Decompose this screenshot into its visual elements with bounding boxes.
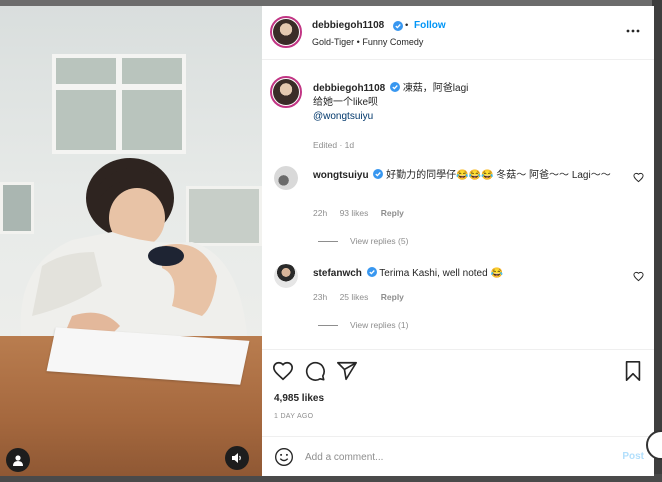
caption-mention[interactable]: @wongtsuiyu <box>313 110 633 124</box>
header-separator: • <box>405 20 409 31</box>
comment-likes[interactable]: 93 likes <box>340 208 369 218</box>
caption-line-1: 凍菇，阿爸lagi <box>402 83 469 94</box>
post-comment-button[interactable]: Post <box>622 451 644 462</box>
view-replies-dash <box>318 241 338 243</box>
view-replies-label: View replies (1) <box>350 320 409 330</box>
more-icon[interactable] <box>626 24 640 38</box>
verified-badge-icon <box>393 21 403 31</box>
user-tag-button[interactable] <box>6 448 30 472</box>
post-detail-panel: debbiegoh1108 • Follow Gold-Tiger • Funn… <box>262 6 654 476</box>
caption-edited-time: Edited · 1d <box>313 140 355 150</box>
comment-body: Terima Kashi, well noted 😂 <box>379 268 503 279</box>
view-replies-button[interactable]: View replies (1) <box>318 320 408 330</box>
bookmark-icon[interactable] <box>622 360 644 382</box>
comment-text: stefanwch Terima Kashi, well noted 😂 <box>313 266 613 281</box>
media-window <box>52 54 186 154</box>
post-audio-subtitle[interactable]: Gold-Tiger • Funny Comedy <box>312 37 423 47</box>
comment-time: 23h <box>313 292 328 302</box>
comment-input[interactable] <box>305 445 605 469</box>
comment-like-heart-icon[interactable] <box>633 271 644 282</box>
comment-username[interactable]: wongtsuiyu <box>313 170 369 181</box>
media-person <box>20 158 249 346</box>
emoji-icon[interactable] <box>274 447 294 467</box>
view-replies-button[interactable]: View replies (5) <box>318 236 408 246</box>
view-replies-label: View replies (5) <box>350 236 409 246</box>
caption-username[interactable]: debbiegoh1108 <box>313 83 385 94</box>
comment-reply-button[interactable]: Reply <box>381 292 404 302</box>
post-time: 1 DAY AGO <box>274 413 314 420</box>
verified-badge-icon <box>366 267 377 277</box>
view-replies-dash <box>318 325 338 327</box>
comment-meta: 22h 93 likes Reply <box>313 208 414 218</box>
caption-line-2: 给她一个like呗 <box>313 97 379 108</box>
user-tag-icon <box>13 455 23 466</box>
post-actions: 4,985 likes 1 DAY AGO <box>262 349 654 449</box>
comment-avatar[interactable] <box>274 166 298 190</box>
caption-text: debbiegoh1108 凍菇，阿爸lagi 给她一个like呗 @wongt… <box>313 82 633 124</box>
author-username[interactable]: debbiegoh1108 <box>312 20 384 31</box>
caption-avatar[interactable] <box>270 76 302 108</box>
post-media[interactable] <box>0 6 262 476</box>
heart-icon[interactable] <box>272 360 294 382</box>
share-icon[interactable] <box>336 360 358 382</box>
post-header: debbiegoh1108 • Follow Gold-Tiger • Funn… <box>262 6 654 60</box>
follow-button[interactable]: Follow <box>414 20 446 31</box>
author-avatar[interactable] <box>270 16 302 48</box>
comment-reply-button[interactable]: Reply <box>381 208 404 218</box>
comment-meta: 23h 25 likes Reply <box>313 292 414 302</box>
verified-badge-icon <box>373 169 384 179</box>
sound-icon <box>232 453 241 463</box>
comment-body: 好勤力的同學仔😂😂😂 冬菇～ 阿爸～～ Lagi～～ <box>386 170 611 181</box>
like-count[interactable]: 4,985 likes <box>274 393 324 404</box>
add-comment-bar: Post <box>262 436 654 476</box>
comment-time: 22h <box>313 208 328 218</box>
verified-badge-icon <box>390 82 401 92</box>
comment-username[interactable]: stefanwch <box>313 268 362 279</box>
comment-likes[interactable]: 25 likes <box>340 292 369 302</box>
comment-avatar[interactable] <box>274 264 298 288</box>
comment-text: wongtsuiyu 好勤力的同學仔😂😂😂 冬菇～ 阿爸～～ Lagi～～ <box>313 168 613 183</box>
sound-toggle-button[interactable] <box>225 446 249 470</box>
comment-icon[interactable] <box>304 360 326 382</box>
comment-like-heart-icon[interactable] <box>633 172 644 183</box>
